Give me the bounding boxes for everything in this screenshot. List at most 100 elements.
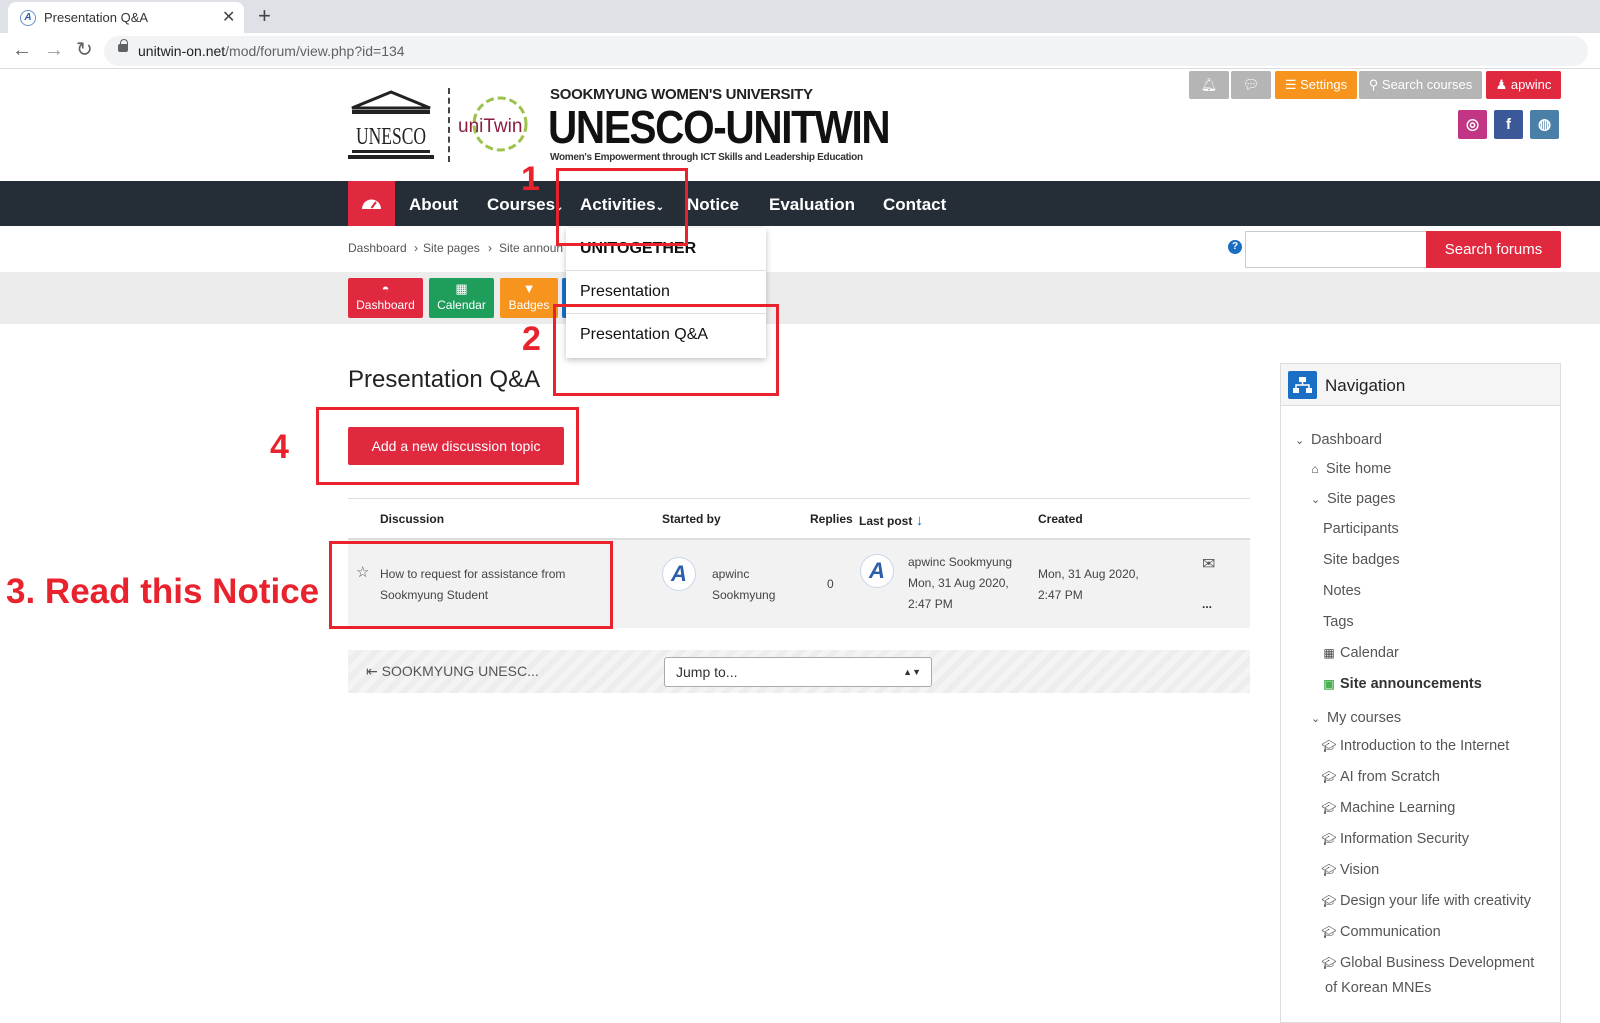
graduation-cap-icon: 🎓︎ (1321, 739, 1337, 753)
quicklink-dashboard-label: Dashboard (356, 298, 415, 312)
address-bar: ← → ↻ unitwin-on.net/mod/forum/view.php?… (0, 33, 1600, 69)
sidebar-item-dashboard[interactable]: ⌄ Dashboard (1295, 432, 1382, 448)
nav-contact[interactable]: Contact (883, 195, 946, 215)
sidebar-course-label: Vision (1340, 862, 1380, 878)
column-started-by[interactable]: Started by (662, 512, 721, 526)
sidebar-item-site-badges[interactable]: Site badges (1323, 552, 1400, 568)
graduation-cap-icon: 🎓︎ (1321, 956, 1337, 970)
unitwin-logo[interactable]: uniTwin (454, 90, 536, 160)
calendar-icon: ▦ (1323, 646, 1335, 660)
starter-name[interactable]: apwinc Sookmyung (712, 564, 775, 606)
unesco-logo-text: UNESCO (356, 124, 426, 150)
avatar[interactable]: A (860, 554, 894, 588)
graduation-cap-icon: 🎓︎ (1321, 832, 1337, 846)
menu-item-presentation[interactable]: Presentation (580, 283, 670, 301)
annotation-step-1: 1 (521, 160, 540, 198)
column-last-post[interactable]: Last post ↓ (859, 512, 923, 529)
settings-button[interactable]: ☰ Settings (1275, 71, 1357, 99)
dashboard-icon (362, 199, 381, 209)
sidebar-course-label: Communication (1340, 924, 1441, 940)
sidebar-item-site-home[interactable]: ⌂ Site home (1307, 461, 1391, 477)
sort-down-arrow-icon: ↓ (915, 512, 924, 529)
close-tab-icon[interactable]: ✕ (222, 7, 235, 27)
breadcrumb-site-announcements[interactable]: Site announ (499, 241, 563, 255)
created-date-line: Mon, 31 Aug 2020, (1038, 567, 1139, 581)
url-field[interactable]: unitwin-on.net/mod/forum/view.php?id=134 (104, 36, 1588, 66)
new-tab-icon[interactable]: + (258, 3, 271, 29)
prev-activity-link[interactable]: ⇤ SOOKMYUNG UNESC... (366, 661, 539, 682)
nav-notice[interactable]: Notice (687, 195, 739, 215)
home-icon: ⌂ (1311, 462, 1319, 476)
site-brand[interactable]: UNESCO-UNITWIN (548, 100, 891, 154)
sidebar-course[interactable]: 🎓︎ Information Security (1321, 831, 1469, 847)
sidebar-item-notes[interactable]: Notes (1323, 583, 1361, 599)
search-courses-button[interactable]: ⚲ Search courses (1359, 71, 1482, 99)
forward-icon[interactable]: → (44, 39, 64, 61)
facebook-icon[interactable]: f (1494, 110, 1523, 139)
browser-tab[interactable]: A Presentation Q&A ✕ (8, 2, 244, 33)
url-path: /mod/forum/view.php?id=134 (225, 43, 405, 59)
unesco-logo[interactable]: UNESCO (348, 90, 434, 160)
globe-icon[interactable]: ◍ (1530, 110, 1559, 139)
quicklink-calendar[interactable]: ▦ Calendar (429, 278, 494, 318)
quicklink-calendar-label: Calendar (437, 298, 486, 312)
sidebar-course[interactable]: 🎓︎ Introduction to the Internet (1321, 738, 1509, 754)
user-name: apwinc (1510, 77, 1552, 92)
reload-icon[interactable]: ↻ (76, 39, 93, 61)
arrow-left-icon: ⇤ (366, 663, 382, 679)
sidebar-item-tags[interactable]: Tags (1323, 614, 1354, 630)
sidebar-item-label: My courses (1327, 710, 1402, 726)
jump-to-select[interactable]: Jump to... ▲▼ (664, 657, 932, 687)
chevron-down-icon: ⌄ (1295, 435, 1305, 447)
more-options-icon[interactable]: ... (1202, 594, 1212, 615)
last-post-info[interactable]: apwinc Sookmyung Mon, 31 Aug 2020, 2:47 … (908, 552, 1012, 615)
search-forums-input[interactable] (1245, 231, 1427, 268)
sidebar-item-site-pages[interactable]: ⌄ Site pages (1311, 491, 1396, 507)
dashboard-home-button[interactable] (348, 181, 395, 226)
sidebar-course[interactable]: 🎓︎ AI from Scratch (1321, 769, 1440, 785)
starter-name-line1: apwinc (712, 567, 750, 581)
messages-button[interactable]: 💬︎ (1231, 71, 1271, 99)
column-replies[interactable]: Replies (810, 512, 853, 526)
sidebar-item-participants[interactable]: Participants (1323, 521, 1399, 537)
quicklink-badges[interactable]: ▼ Badges (500, 278, 558, 318)
calendar-icon: ▦ (455, 281, 468, 296)
column-last-post-label: Last post (859, 514, 913, 528)
help-icon[interactable]: ? (1228, 240, 1242, 254)
breadcrumb-site-pages[interactable]: Site pages (423, 241, 480, 255)
sidebar-course[interactable]: 🎓︎ Global Business Development (1321, 955, 1534, 971)
column-discussion[interactable]: Discussion (380, 512, 444, 526)
lock-icon (118, 39, 128, 52)
sidebar-item-label: Site home (1326, 461, 1392, 477)
sidebar-course[interactable]: 🎓︎ Communication (1321, 924, 1441, 940)
replies-count[interactable]: 0 (827, 574, 834, 595)
notifications-button[interactable]: 🔔︎ (1189, 71, 1229, 99)
search-forums-button[interactable]: Search forums (1426, 231, 1561, 268)
nav-evaluation[interactable]: Evaluation (769, 195, 855, 215)
page-title: Presentation Q&A (348, 366, 541, 393)
sidebar-course-continued[interactable]: of Korean MNEs (1325, 980, 1431, 996)
instagram-icon[interactable]: ◎ (1458, 110, 1487, 139)
sidebar-course-label: AI from Scratch (1340, 769, 1440, 785)
sidebar-course[interactable]: 🎓︎ Vision (1321, 862, 1379, 878)
sidebar-course[interactable]: 🎓︎ Machine Learning (1321, 800, 1455, 816)
quicklink-dashboard[interactable]: ◓ Dashboard (348, 278, 423, 318)
envelope-icon[interactable]: ✉ (1202, 554, 1215, 575)
sidebar-item-calendar[interactable]: ▦ Calendar (1321, 645, 1399, 661)
column-created[interactable]: Created (1038, 512, 1083, 526)
user-menu-button[interactable]: ♟ apwinc (1486, 71, 1561, 99)
avatar[interactable]: A (662, 557, 696, 591)
sidebar-course-label: Design your life with creativity (1340, 893, 1531, 909)
annotation-box-notice (329, 541, 613, 629)
sidebar-item-my-courses[interactable]: ⌄ My courses (1311, 710, 1401, 726)
sidebar-course[interactable]: 🎓︎ Design your life with creativity (1321, 893, 1531, 909)
breadcrumb-dashboard[interactable]: Dashboard (348, 241, 407, 255)
back-icon[interactable]: ← (12, 39, 32, 61)
nav-about[interactable]: About (409, 195, 458, 215)
favicon-icon: A (20, 10, 36, 26)
bookmark-icon: ▼ (522, 281, 536, 296)
chevron-down-icon: ⌄ (1311, 713, 1321, 725)
sidebar-item-label: Calendar (1340, 645, 1399, 661)
sidebar-item-site-announcements[interactable]: ▣ Site announcements (1321, 676, 1481, 692)
search-icon: ⚲ (1368, 77, 1382, 92)
